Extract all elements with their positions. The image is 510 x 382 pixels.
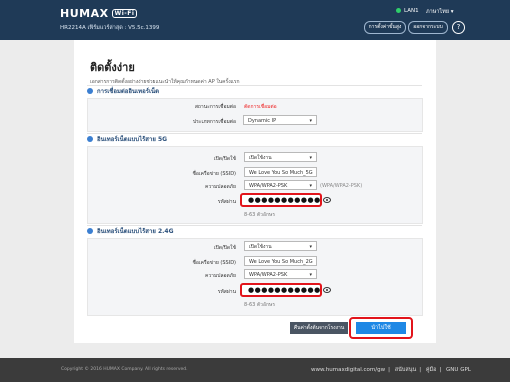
wifi-icon — [87, 228, 93, 234]
wifi24-section-header: อินเทอร์เน็ตแบบไร้สาย 2.4G — [87, 225, 422, 238]
wifi24-ssid-input[interactable]: We Love You So Much_2G — [244, 256, 317, 266]
wifi24-password-input[interactable]: ●●●●●●●●●●● — [240, 283, 322, 297]
wifi5-section-header: อินเทอร์เน็ตแบบไร้สาย 5G — [87, 133, 422, 146]
status-dot-icon — [396, 8, 401, 13]
logout-button[interactable]: ออกจากระบบ — [408, 21, 448, 34]
wifi24-password-hint: 8-63 ตัวอักษร — [244, 302, 276, 308]
gnu-gpl-link[interactable]: GNU GPL — [446, 367, 471, 373]
apply-highlight: นำไปใช้ — [349, 317, 413, 339]
chevron-down-icon: ▾ — [309, 244, 312, 250]
wifi5-ssid-label: ชื่อเครือข่าย (SSID) — [192, 171, 236, 177]
language-select[interactable]: ภาษาไทย ▾ — [426, 8, 454, 16]
chevron-down-icon: ▾ — [309, 183, 312, 189]
connection-type-select[interactable]: Dynamic IP ▾ — [243, 115, 317, 125]
help-icon[interactable]: ? — [452, 21, 465, 34]
wifi24-password-label: รหัสผ่าน — [217, 289, 236, 295]
connection-status-value: ตัดการเชื่อมต่อ — [244, 104, 277, 110]
page-title: ติดตั้งง่าย — [90, 61, 135, 74]
footer: Copyright © 2016 HUMAX Company. All righ… — [0, 358, 510, 382]
wifi24-enable-select[interactable]: เปิดใช้งาน ▾ — [244, 241, 317, 251]
wifi24-ssid-label: ชื่อเครือข่าย (SSID) — [192, 260, 236, 266]
website-link[interactable]: www.humaxdigital.com/gw — [311, 367, 385, 373]
factory-reset-button[interactable]: คืนค่าตั้งต้นจากโรงงาน — [290, 322, 348, 334]
wifi24-security-label: ความปลอดภัย — [205, 273, 236, 279]
globe-icon — [87, 88, 93, 94]
wifi5-enable-select[interactable]: เปิดใช้งาน ▾ — [244, 152, 317, 162]
wifi5-password-hint: 8-63 ตัวอักษร — [244, 212, 276, 218]
wifi-badge: Wi-Fi — [111, 9, 138, 18]
humax-logo[interactable]: HUMAX Wi-Fi — [60, 7, 138, 20]
connection-status-label: สถานะการเชื่อมต่อ — [194, 104, 236, 110]
footer-links: www.humaxdigital.com/gw | สนับสนุน | คู่มื… — [311, 367, 471, 373]
wifi5-security-note: (WPA/WPA2-PSK) — [320, 183, 363, 189]
chevron-down-icon: ▾ — [309, 272, 312, 278]
wifi5-security-label: ความปลอดภัย — [205, 184, 236, 190]
chevron-down-icon: ▾ — [309, 155, 312, 161]
firmware-info: HR2214A เฟิร์มแวร์ล่าสุด : V5.5c.1399 — [60, 25, 160, 31]
top-header: HUMAX Wi-Fi HR2214A เฟิร์มแวร์ล่าสุด : V5… — [0, 0, 510, 40]
wifi24-security-select[interactable]: WPA/WPA2-PSK ▾ — [244, 269, 317, 279]
wifi5-security-select[interactable]: WPA/WPA2-PSK ▾ — [244, 180, 317, 190]
wifi5-enable-label: เปิด/ปิดใช้ — [213, 156, 236, 162]
connection-type-label: ประเภทการเชื่อมต่อ — [192, 119, 236, 125]
advanced-settings-button[interactable]: การตั้งค่าขั้นสูง — [364, 21, 406, 34]
wifi24-enable-label: เปิด/ปิดใช้ — [213, 245, 236, 251]
manual-link[interactable]: คู่มือ — [426, 367, 437, 373]
internet-section-header: การเชื่อมต่ออินเทอร์เน็ต — [87, 85, 422, 98]
eye-icon[interactable] — [323, 197, 331, 203]
wifi5-ssid-input[interactable]: We Love You So Much_5G — [244, 167, 317, 177]
eye-icon[interactable] — [323, 287, 331, 293]
wifi5-password-input[interactable]: ●●●●●●●●●●● — [240, 193, 322, 207]
chevron-down-icon: ▾ — [309, 118, 312, 124]
support-link[interactable]: สนับสนุน — [395, 367, 416, 373]
apply-button[interactable]: นำไปใช้ — [356, 322, 406, 334]
copyright-text: Copyright © 2016 HUMAX Company. All righ… — [61, 367, 188, 372]
wifi5-password-label: รหัสผ่าน — [217, 199, 236, 205]
lan-status: LAN1 — [396, 8, 419, 14]
wifi-icon — [87, 136, 93, 142]
